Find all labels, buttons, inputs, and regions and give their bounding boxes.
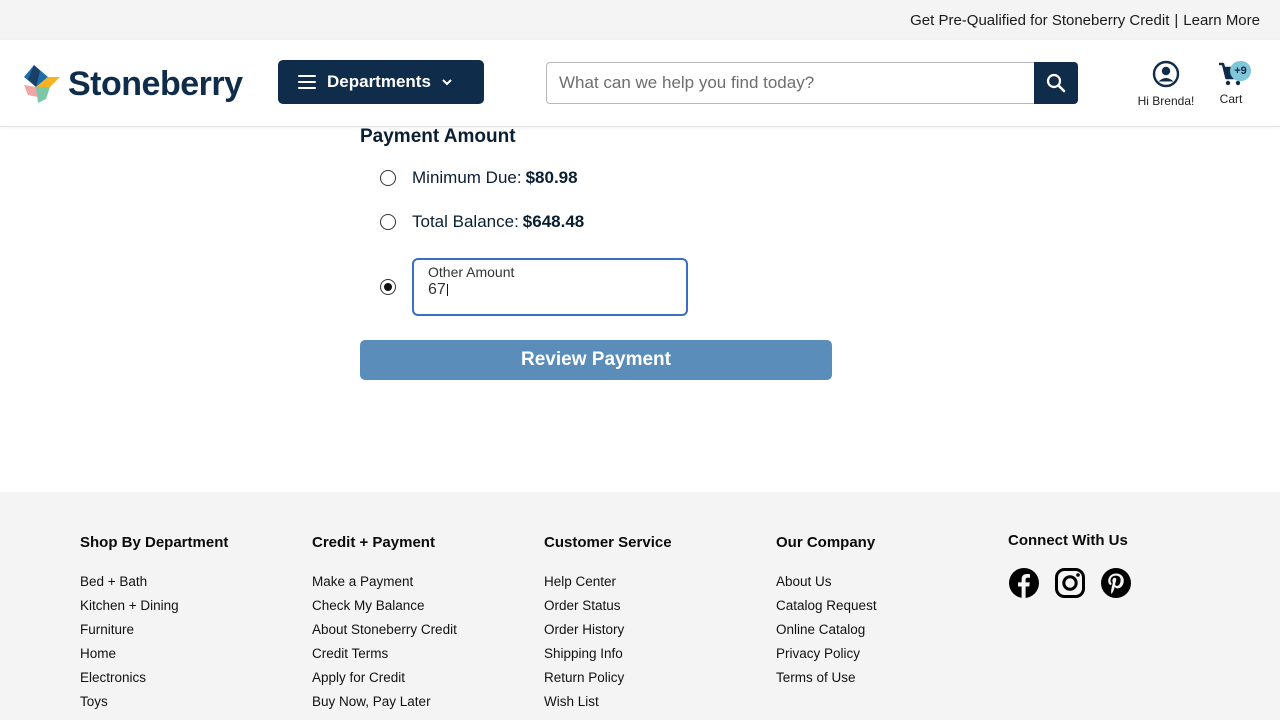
other-amount-value-line: 67 [428, 282, 672, 296]
minimum-due-radio[interactable] [380, 170, 396, 186]
other-amount-option[interactable] [380, 279, 412, 295]
footer-link[interactable]: Electronics [80, 670, 300, 694]
payment-amount-title: Payment Amount [360, 126, 516, 147]
footer-link[interactable]: Help Center [544, 574, 764, 598]
footer-link[interactable]: Kitchen + Dining [80, 598, 300, 622]
minimum-due-label: Minimum Due: [412, 168, 522, 187]
footer-link[interactable]: Buy Now, Pay Later [312, 694, 532, 718]
footer-link[interactable]: Furniture [80, 622, 300, 646]
facebook-icon[interactable] [1008, 567, 1040, 599]
footer-link[interactable]: Order Status [544, 598, 764, 622]
footer-link[interactable]: Wish List [544, 694, 764, 718]
footer-col-title: Credit + Payment [312, 534, 435, 551]
footer-link[interactable]: Online Catalog [776, 622, 996, 646]
departments-label: Departments [327, 72, 431, 91]
search-button[interactable] [1034, 62, 1078, 104]
footer-link[interactable]: Privacy Policy [776, 646, 996, 670]
footer-link[interactable]: Check My Balance [312, 598, 532, 622]
footer-link[interactable]: Catalog Request [776, 598, 996, 622]
cart-label: Cart [1219, 92, 1243, 106]
departments-button[interactable]: Departments [278, 60, 484, 104]
pinterest-icon[interactable] [1100, 567, 1132, 599]
footer-link[interactable]: Toys [80, 694, 300, 718]
promo-separator: | [1174, 11, 1179, 29]
footer-col-service: Customer Service Help Center Order Statu… [544, 534, 764, 718]
footer-col-title: Shop By Department [80, 534, 229, 551]
search-icon [1046, 73, 1066, 93]
social-title: Connect With Us [1008, 532, 1128, 549]
cart-count-badge: +9 [1230, 61, 1251, 81]
footer-link[interactable]: Shipping Info [544, 646, 764, 670]
footer-link[interactable]: Order History [544, 622, 764, 646]
instagram-icon[interactable] [1054, 567, 1086, 599]
total-balance-radio[interactable] [380, 214, 396, 230]
account-label: Hi Brenda! [1137, 94, 1195, 108]
text-caret [446, 284, 448, 296]
footer-col-shop: Shop By Department Bed + Bath Kitchen + … [80, 534, 300, 718]
footer-link[interactable]: Make a Payment [312, 574, 532, 598]
other-amount-field[interactable]: Other Amount 67 [412, 258, 688, 316]
footer-link[interactable]: About Us [776, 574, 996, 598]
total-balance-label: Total Balance: [412, 212, 519, 231]
other-amount-label: Other Amount [428, 264, 515, 280]
site-footer: Shop By Department Bed + Bath Kitchen + … [0, 492, 1280, 720]
learn-more-link[interactable]: Learn More [1183, 12, 1260, 29]
search-input[interactable] [546, 62, 1034, 104]
other-amount-value: 67 [428, 282, 446, 296]
account-icon [1152, 60, 1180, 88]
logo-text: Stoneberry [68, 64, 243, 103]
minimum-due-option[interactable]: Minimum Due: $80.98 [380, 168, 578, 188]
site-header: Stoneberry Departments Hi Brenda! [0, 40, 1280, 127]
stoneberry-logo-mark-icon [24, 65, 60, 103]
footer-link[interactable]: Bed + Bath [80, 574, 300, 598]
footer-link[interactable]: Home [80, 646, 300, 670]
footer-col-company: Our Company About Us Catalog Request Onl… [776, 534, 996, 694]
footer-link[interactable]: Return Policy [544, 670, 764, 694]
chevron-down-icon [442, 79, 452, 86]
other-amount-radio[interactable] [380, 279, 396, 295]
footer-col-title: Customer Service [544, 534, 672, 551]
minimum-due-amount: $80.98 [525, 168, 578, 187]
cart-button[interactable]: +9 Cart [1208, 60, 1254, 110]
footer-link[interactable]: About Stoneberry Credit [312, 622, 532, 646]
social-section: Connect With Us [1008, 532, 1146, 599]
total-balance-option[interactable]: Total Balance: $648.48 [380, 212, 584, 232]
prequal-link[interactable]: Get Pre-Qualified for Stoneberry Credit [910, 12, 1169, 29]
total-balance-amount: $648.48 [522, 212, 585, 231]
footer-link[interactable]: Apply for Credit [312, 670, 532, 694]
search-bar [546, 62, 1078, 104]
footer-link[interactable]: Credit Terms [312, 646, 532, 670]
stoneberry-logo[interactable]: Stoneberry [24, 62, 260, 106]
promo-bar: Get Pre-Qualified for Stoneberry Credit … [0, 0, 1280, 40]
footer-link[interactable]: Terms of Use [776, 670, 996, 694]
account-button[interactable]: Hi Brenda! [1132, 60, 1200, 110]
hamburger-icon [298, 75, 316, 89]
footer-col-title: Our Company [776, 534, 876, 551]
review-payment-button[interactable]: Review Payment [360, 340, 832, 380]
footer-col-credit: Credit + Payment Make a Payment Check My… [312, 534, 532, 718]
